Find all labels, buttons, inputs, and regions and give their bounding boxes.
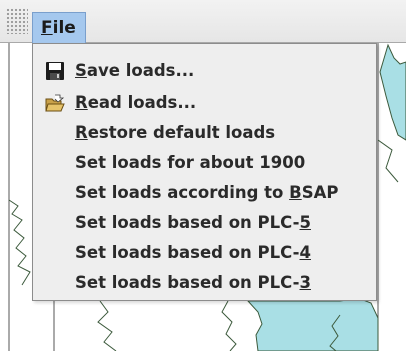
set-loads-plc5-mnemonic: 5 bbox=[299, 213, 311, 232]
menubar-grip-icon[interactable] bbox=[6, 8, 28, 34]
menu-item-set-loads-plc3[interactable]: Set loads based on PLC-3 bbox=[33, 268, 376, 298]
menu-item-read-loads[interactable]: Read loads... bbox=[33, 88, 376, 118]
menu-item-save-loads[interactable]: Save loads... bbox=[33, 56, 376, 86]
save-loads-label: ave loads... bbox=[86, 61, 195, 80]
set-loads-1900-label: Set loads for about 1900 bbox=[75, 153, 306, 172]
water-area bbox=[246, 297, 379, 351]
menu-item-set-loads-1900[interactable]: Set loads for about 1900 bbox=[33, 148, 376, 178]
set-loads-plc4-mnemonic: 4 bbox=[299, 243, 311, 262]
save-loads-mnemonic: S bbox=[75, 61, 87, 80]
set-loads-plc3-prefix: Set loads based on PLC- bbox=[75, 273, 300, 292]
set-loads-plc3-mnemonic: 3 bbox=[299, 273, 311, 292]
open-folder-icon bbox=[45, 94, 65, 112]
file-menu-mnemonic: F bbox=[41, 18, 53, 38]
file-menu-label: ile bbox=[52, 18, 76, 38]
restore-default-loads-mnemonic: R bbox=[75, 123, 88, 142]
set-loads-bsap-rest: SAP bbox=[301, 183, 339, 202]
set-loads-bsap-prefix: Set loads according to bbox=[75, 183, 290, 202]
set-loads-plc4-prefix: Set loads based on PLC- bbox=[75, 243, 300, 262]
file-dropdown-menu: Save loads... Read loads... Restore defa… bbox=[32, 43, 377, 301]
read-loads-mnemonic: R bbox=[75, 93, 88, 112]
menu-item-restore-default-loads[interactable]: Restore default loads bbox=[33, 118, 376, 148]
menu-item-set-loads-plc4[interactable]: Set loads based on PLC-4 bbox=[33, 238, 376, 268]
app-window: File Save loads... Read loads... Restore… bbox=[0, 0, 406, 351]
read-loads-label: ead loads... bbox=[87, 93, 197, 112]
menu-item-set-loads-plc5[interactable]: Set loads based on PLC-5 bbox=[33, 208, 376, 238]
menu-item-set-loads-bsap[interactable]: Set loads according to BSAP bbox=[33, 178, 376, 208]
floppy-disk-icon bbox=[46, 62, 64, 80]
file-menu[interactable]: File bbox=[32, 12, 86, 43]
set-loads-bsap-mnemonic: B bbox=[289, 183, 302, 202]
menu-bar: File bbox=[0, 0, 406, 43]
restore-default-loads-label: estore default loads bbox=[87, 123, 276, 142]
set-loads-plc5-prefix: Set loads based on PLC- bbox=[75, 213, 300, 232]
